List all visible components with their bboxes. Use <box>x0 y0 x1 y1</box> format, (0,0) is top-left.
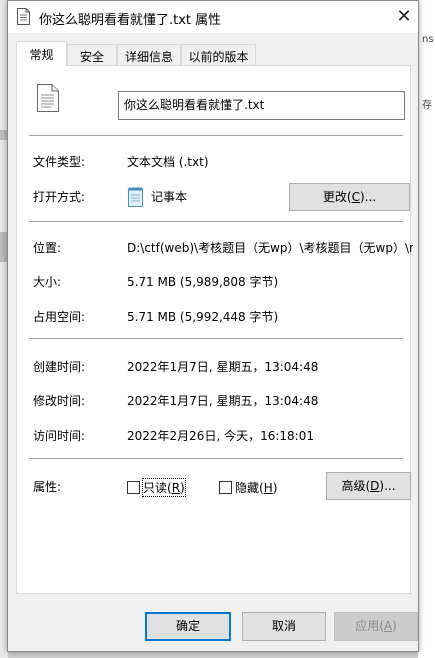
size-label: 大小: <box>33 275 62 289</box>
cancel-button-label: 取消 <box>271 619 296 633</box>
accessed-label: 访问时间: <box>33 429 86 443</box>
divider <box>29 338 403 339</box>
divider <box>29 221 403 222</box>
attributes-label: 属性: <box>33 480 62 494</box>
readonly-checkbox[interactable] <box>127 481 140 494</box>
close-button[interactable]: ✕ <box>390 1 418 33</box>
apply-button-accesskey: A <box>383 619 393 633</box>
disk-size-label: 占用空间: <box>33 310 86 324</box>
advanced-button-suffix: )... <box>379 479 396 493</box>
created-label: 创建时间: <box>33 360 86 374</box>
ok-button[interactable]: 确定 <box>145 612 231 641</box>
modified-label: 修改时间: <box>33 394 86 408</box>
change-button-suffix: )... <box>359 190 377 204</box>
tab-security[interactable]: 安全 <box>67 44 117 66</box>
accessed-value: 2022年2月26日, 今天，16:18:01 <box>127 429 314 443</box>
window-title: 你这么聪明看看就懂了.txt 属性 <box>39 13 222 28</box>
modified-value: 2022年1月7日, 星期五，13:04:48 <box>127 394 319 408</box>
divider <box>29 458 403 459</box>
title-bar: 你这么聪明看看就懂了.txt 属性 ✕ <box>8 1 418 33</box>
tab-general-label: 常规 <box>29 48 54 62</box>
hidden-checkbox[interactable] <box>219 481 232 494</box>
notepad-icon <box>128 187 143 207</box>
location-label: 位置: <box>33 241 62 255</box>
file-type-icon <box>37 84 59 112</box>
change-button[interactable]: 更改(C)... <box>289 183 410 211</box>
document-icon <box>17 8 30 25</box>
tab-details-label: 详细信息 <box>124 50 173 64</box>
open-with-label: 打开方式: <box>33 190 86 204</box>
properties-dialog: 你这么聪明看看就懂了.txt 属性 ✕ 常规 安全 详细信息 以前的版本 你这么… <box>7 0 419 652</box>
readonly-suffix: ) <box>180 481 185 495</box>
general-tab-panel: 你这么聪明看看就懂了.txt 文件类型: 文本文档 (.txt) 打开方式: 记… <box>16 65 413 594</box>
ok-button-label: 确定 <box>175 619 200 633</box>
size-value: 5.71 MB (5,989,808 字节) <box>127 275 279 289</box>
hidden-text: 隐藏( <box>235 481 264 495</box>
readonly-accesskey: R <box>171 481 181 495</box>
tab-previous-versions-label: 以前的版本 <box>188 50 249 64</box>
hidden-accesskey: H <box>263 481 273 495</box>
change-button-accesskey: C <box>351 190 360 204</box>
open-with-value: 记事本 <box>151 190 188 204</box>
apply-button[interactable]: 应用(A) <box>334 612 418 641</box>
apply-button-label: 应用( <box>355 619 384 633</box>
location-value: D:\ctf(web)\考核题目（无wp）\考核题目（无wp）\n <box>127 241 413 255</box>
background-text-fragment: 存 <box>422 100 432 111</box>
readonly-text: 只读( <box>143 481 172 495</box>
divider <box>29 135 403 136</box>
change-button-label: 更改( <box>322 190 352 204</box>
tab-security-label: 安全 <box>79 50 104 64</box>
advanced-button[interactable]: 高级(D)... <box>326 472 411 500</box>
filename-field[interactable]: 你这么聪明看看就懂了.txt <box>118 91 405 120</box>
advanced-button-label: 高级( <box>341 479 371 493</box>
background-right-edge: ns 存 <box>418 0 435 658</box>
file-type-label: 文件类型: <box>33 155 86 169</box>
tab-general[interactable]: 常规 <box>16 41 67 66</box>
cancel-button[interactable]: 取消 <box>242 612 326 641</box>
readonly-checkbox-label[interactable]: 只读(R) <box>142 478 186 497</box>
disk-size-value: 5.71 MB (5,992,448 字节) <box>127 310 279 324</box>
close-icon: ✕ <box>396 6 412 27</box>
apply-button-suffix: ) <box>392 619 397 633</box>
created-value: 2022年1月7日, 星期五，13:04:48 <box>127 360 319 374</box>
hidden-suffix: ) <box>272 481 278 495</box>
background-text-fragment: ns <box>422 34 434 45</box>
tab-previous-versions[interactable]: 以前的版本 <box>181 44 256 66</box>
file-type-value: 文本文档 (.txt) <box>127 155 209 169</box>
hidden-checkbox-label[interactable]: 隐藏(H) <box>235 479 277 496</box>
tab-details[interactable]: 详细信息 <box>117 44 181 66</box>
